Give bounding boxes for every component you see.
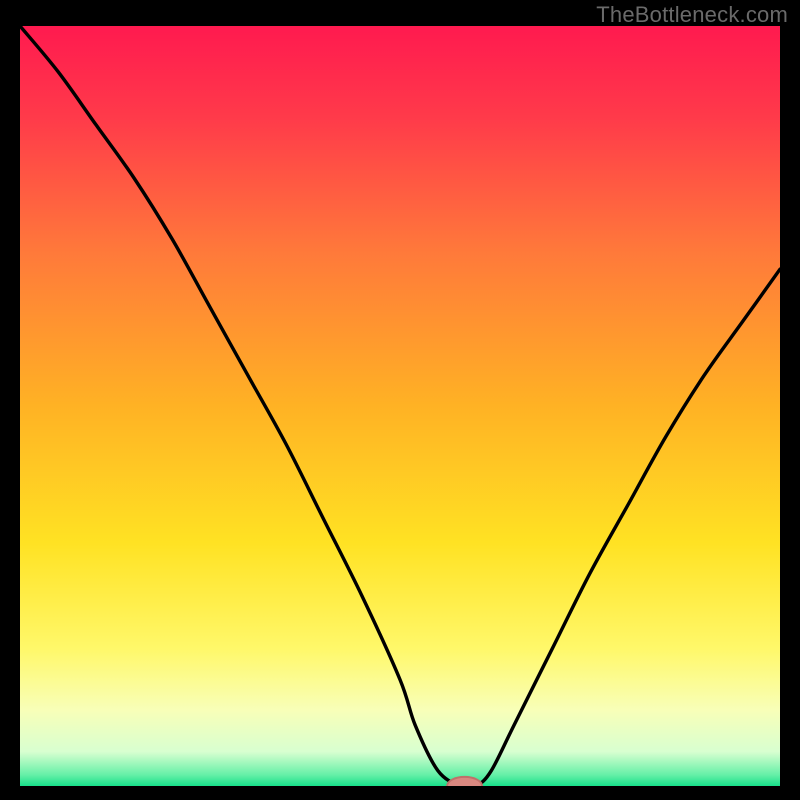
gradient-background xyxy=(20,26,780,786)
chart-frame: TheBottleneck.com xyxy=(0,0,800,800)
watermark-text: TheBottleneck.com xyxy=(596,2,788,28)
plot-area xyxy=(20,26,780,786)
bottleneck-chart xyxy=(20,26,780,786)
